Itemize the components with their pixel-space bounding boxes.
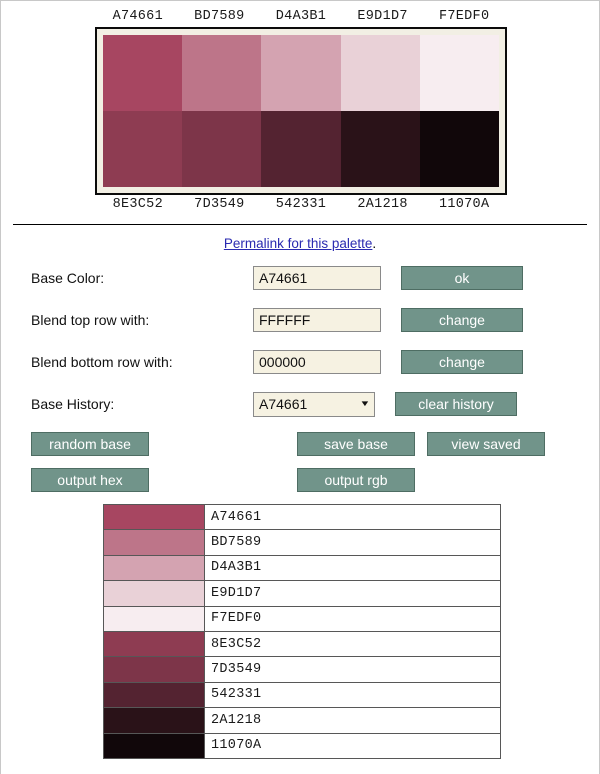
palette-top-row <box>103 35 500 111</box>
palette-top-label: D4A3B1 <box>275 9 327 24</box>
row-hex-value: 11070A <box>204 732 501 759</box>
base-color-input[interactable] <box>253 266 381 290</box>
row-color-swatch[interactable] <box>103 503 205 531</box>
blend-bottom-label: Blend bottom row with: <box>31 354 173 370</box>
row-color-swatch[interactable] <box>103 529 205 556</box>
palette-swatch-top-5[interactable] <box>419 35 500 111</box>
save-base-button[interactable]: save base <box>297 432 415 456</box>
table-row[interactable]: E9D1D7 <box>103 580 501 607</box>
table-row[interactable]: 2A1218 <box>103 707 501 734</box>
row-hex-value: D4A3B1 <box>204 554 501 582</box>
hex-value-table: A74661 BD7589 D4A3B1 E9D1D7 F7EDF0 8E3C5… <box>103 503 501 759</box>
output-hex-button[interactable]: output hex <box>31 468 149 492</box>
palette-swatch-bottom-5[interactable] <box>419 111 500 187</box>
palette-bottom-row <box>103 111 500 187</box>
action-row-2: output hex output rgb <box>31 468 599 492</box>
blend-top-label: Blend top row with: <box>31 312 150 328</box>
palette-bottom-label: 8E3C52 <box>112 197 163 212</box>
palette-swatch-top-2[interactable] <box>182 35 262 111</box>
table-row[interactable]: F7EDF0 <box>103 605 501 632</box>
permalink-line: Permalink for this palette. <box>1 236 599 251</box>
base-history-selected-value: A74661 <box>259 396 308 412</box>
row-color-swatch[interactable] <box>103 732 205 759</box>
palette-swatch-bottom-4[interactable] <box>340 111 420 187</box>
base-color-row: Base Color: ok <box>31 264 599 292</box>
table-row[interactable]: BD7589 <box>103 529 501 556</box>
chevron-down-icon: ▼ <box>359 399 371 408</box>
row-hex-value: F7EDF0 <box>204 605 501 632</box>
view-saved-button[interactable]: view saved <box>427 432 545 456</box>
permalink-period: . <box>372 236 377 251</box>
action-row-1: random base save base view saved <box>31 432 599 456</box>
palette-swatch-top-1[interactable] <box>103 35 183 111</box>
palette-swatch-bottom-1[interactable] <box>103 111 183 187</box>
hex-table-body: A74661 BD7589 D4A3B1 E9D1D7 F7EDF0 8E3C5… <box>103 503 501 759</box>
palette-swatch-top-4[interactable] <box>340 35 420 111</box>
table-row[interactable]: 11070A <box>103 732 501 759</box>
palette-bottom-labels: 8E3C52 7D3549 542331 2A1218 11070A <box>97 195 505 215</box>
row-hex-value: 8E3C52 <box>204 630 501 658</box>
permalink-link[interactable]: Permalink for this palette <box>224 236 373 251</box>
row-color-swatch[interactable] <box>103 630 205 658</box>
palette-swatch-frame <box>95 27 507 195</box>
palette-form: Base Color: ok Blend top row with: chang… <box>31 264 599 418</box>
row-hex-value: E9D1D7 <box>204 580 501 607</box>
palette-top-label: E9D1D7 <box>357 9 408 24</box>
table-row[interactable]: 8E3C52 <box>103 630 501 658</box>
row-hex-value: A74661 <box>204 503 501 531</box>
base-color-label: Base Color: <box>31 270 105 286</box>
palette-swatch-bottom-3[interactable] <box>261 111 341 187</box>
palette-bottom-label: 2A1218 <box>357 197 408 212</box>
row-color-swatch[interactable] <box>103 707 205 734</box>
row-color-swatch[interactable] <box>103 580 205 607</box>
row-color-swatch[interactable] <box>103 554 205 582</box>
row-hex-value: 2A1218 <box>204 707 501 734</box>
blend-bottom-change-button[interactable]: change <box>401 350 523 374</box>
palette-top-labels: A74661 BD7589 D4A3B1 E9D1D7 F7EDF0 <box>97 7 505 27</box>
output-rgb-button[interactable]: output rgb <box>297 468 415 492</box>
blend-top-change-button[interactable]: change <box>401 308 523 332</box>
table-row[interactable]: 7D3549 <box>103 656 501 683</box>
palette-top-label: A74661 <box>112 9 163 24</box>
table-row[interactable]: D4A3B1 <box>103 554 501 582</box>
base-history-label: Base History: <box>31 396 115 412</box>
base-color-ok-button[interactable]: ok <box>401 266 523 290</box>
palette-bottom-label: 542331 <box>275 197 327 212</box>
table-row[interactable]: A74661 <box>103 503 501 531</box>
palette-preview: A74661 BD7589 D4A3B1 E9D1D7 F7EDF0 8E3C5… <box>1 1 599 215</box>
palette-swatch-bottom-2[interactable] <box>182 111 262 187</box>
clear-history-button[interactable]: clear history <box>395 392 517 416</box>
row-hex-value: 7D3549 <box>204 656 501 683</box>
section-divider <box>13 224 587 225</box>
palette-bottom-label: 7D3549 <box>194 197 245 212</box>
row-color-swatch[interactable] <box>103 656 205 683</box>
blend-top-input[interactable] <box>253 308 381 332</box>
base-history-row: Base History: A74661 ▼ clear history <box>31 390 599 418</box>
row-hex-value: 542331 <box>204 681 501 709</box>
blend-bottom-input[interactable] <box>253 350 381 374</box>
row-color-swatch[interactable] <box>103 605 205 632</box>
row-hex-value: BD7589 <box>204 529 501 556</box>
blend-top-row: Blend top row with: change <box>31 306 599 334</box>
palette-swatch-top-3[interactable] <box>261 35 341 111</box>
palette-top-label: F7EDF0 <box>438 9 490 24</box>
row-color-swatch[interactable] <box>103 681 205 709</box>
palette-top-label: BD7589 <box>194 9 245 24</box>
base-history-select[interactable]: A74661 ▼ <box>253 391 375 417</box>
palette-bottom-label: 11070A <box>438 197 490 212</box>
table-row[interactable]: 542331 <box>103 681 501 709</box>
random-base-button[interactable]: random base <box>31 432 149 456</box>
blend-bottom-row: Blend bottom row with: change <box>31 348 599 376</box>
